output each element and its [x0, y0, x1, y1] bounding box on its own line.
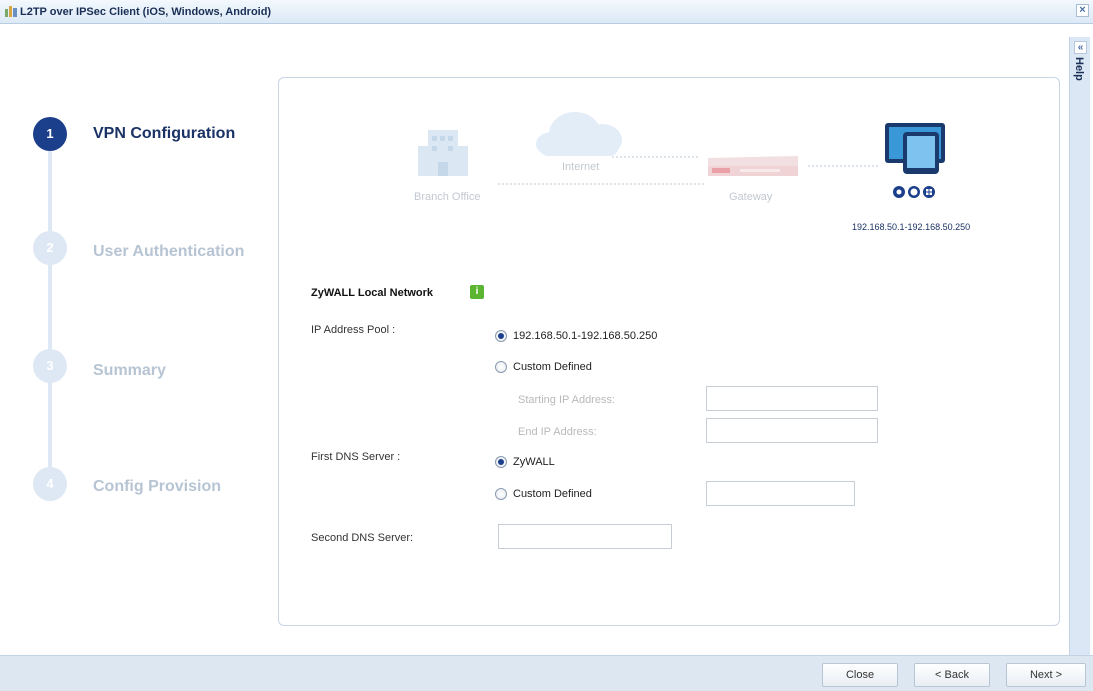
starting-ip-label: Starting IP Address:	[518, 394, 616, 406]
close-button[interactable]: Close	[822, 663, 898, 687]
end-ip-label: End IP Address:	[518, 426, 597, 438]
gateway-label: Gateway	[729, 191, 773, 203]
topology-graphics	[418, 112, 945, 198]
building-icon	[418, 130, 468, 176]
ip-pool-default-label[interactable]: 192.168.50.1-192.168.50.250	[513, 330, 657, 342]
internet-label: Internet	[562, 161, 600, 173]
ip-pool-custom-label[interactable]: Custom Defined	[513, 361, 592, 373]
branch-office-label: Branch Office	[414, 191, 481, 203]
topology-diagram: Branch Office Internet Gateway 192.168.5…	[0, 0, 1093, 240]
ip-pool-default-radio[interactable]	[495, 330, 507, 342]
step-3-circle: 3	[33, 349, 67, 383]
section-title: ZyWALL Local Network	[311, 287, 434, 299]
end-ip-input[interactable]	[706, 418, 878, 443]
ip-pool-label: IP Address Pool :	[311, 324, 396, 336]
client-devices-icon	[885, 123, 945, 174]
info-icon[interactable]: i	[470, 285, 484, 299]
os-icons	[893, 186, 935, 198]
step-2-label: User Authentication	[93, 243, 245, 260]
next-button[interactable]: Next >	[1006, 663, 1086, 687]
step-4-circle: 4	[33, 467, 67, 501]
ip-pool-custom-radio[interactable]	[495, 361, 507, 373]
first-dns-custom-radio[interactable]	[495, 488, 507, 500]
client-ip-range: 192.168.50.1-192.168.50.250	[852, 222, 971, 232]
gateway-device-icon	[708, 156, 798, 176]
first-dns-zywall-radio[interactable]	[495, 456, 507, 468]
step-3-label: Summary	[93, 362, 166, 379]
first-dns-custom-input[interactable]	[706, 481, 855, 506]
first-dns-label: First DNS Server :	[311, 451, 401, 463]
second-dns-input[interactable]	[498, 524, 672, 549]
second-dns-label: Second DNS Server:	[311, 532, 414, 544]
cloud-icon	[536, 112, 622, 156]
starting-ip-input[interactable]	[706, 386, 878, 411]
back-button[interactable]: < Back	[914, 663, 990, 687]
first-dns-custom-label[interactable]: Custom Defined	[513, 488, 592, 500]
first-dns-zywall-label[interactable]: ZyWALL	[513, 456, 555, 468]
step-4-label: Config Provision	[93, 478, 221, 495]
